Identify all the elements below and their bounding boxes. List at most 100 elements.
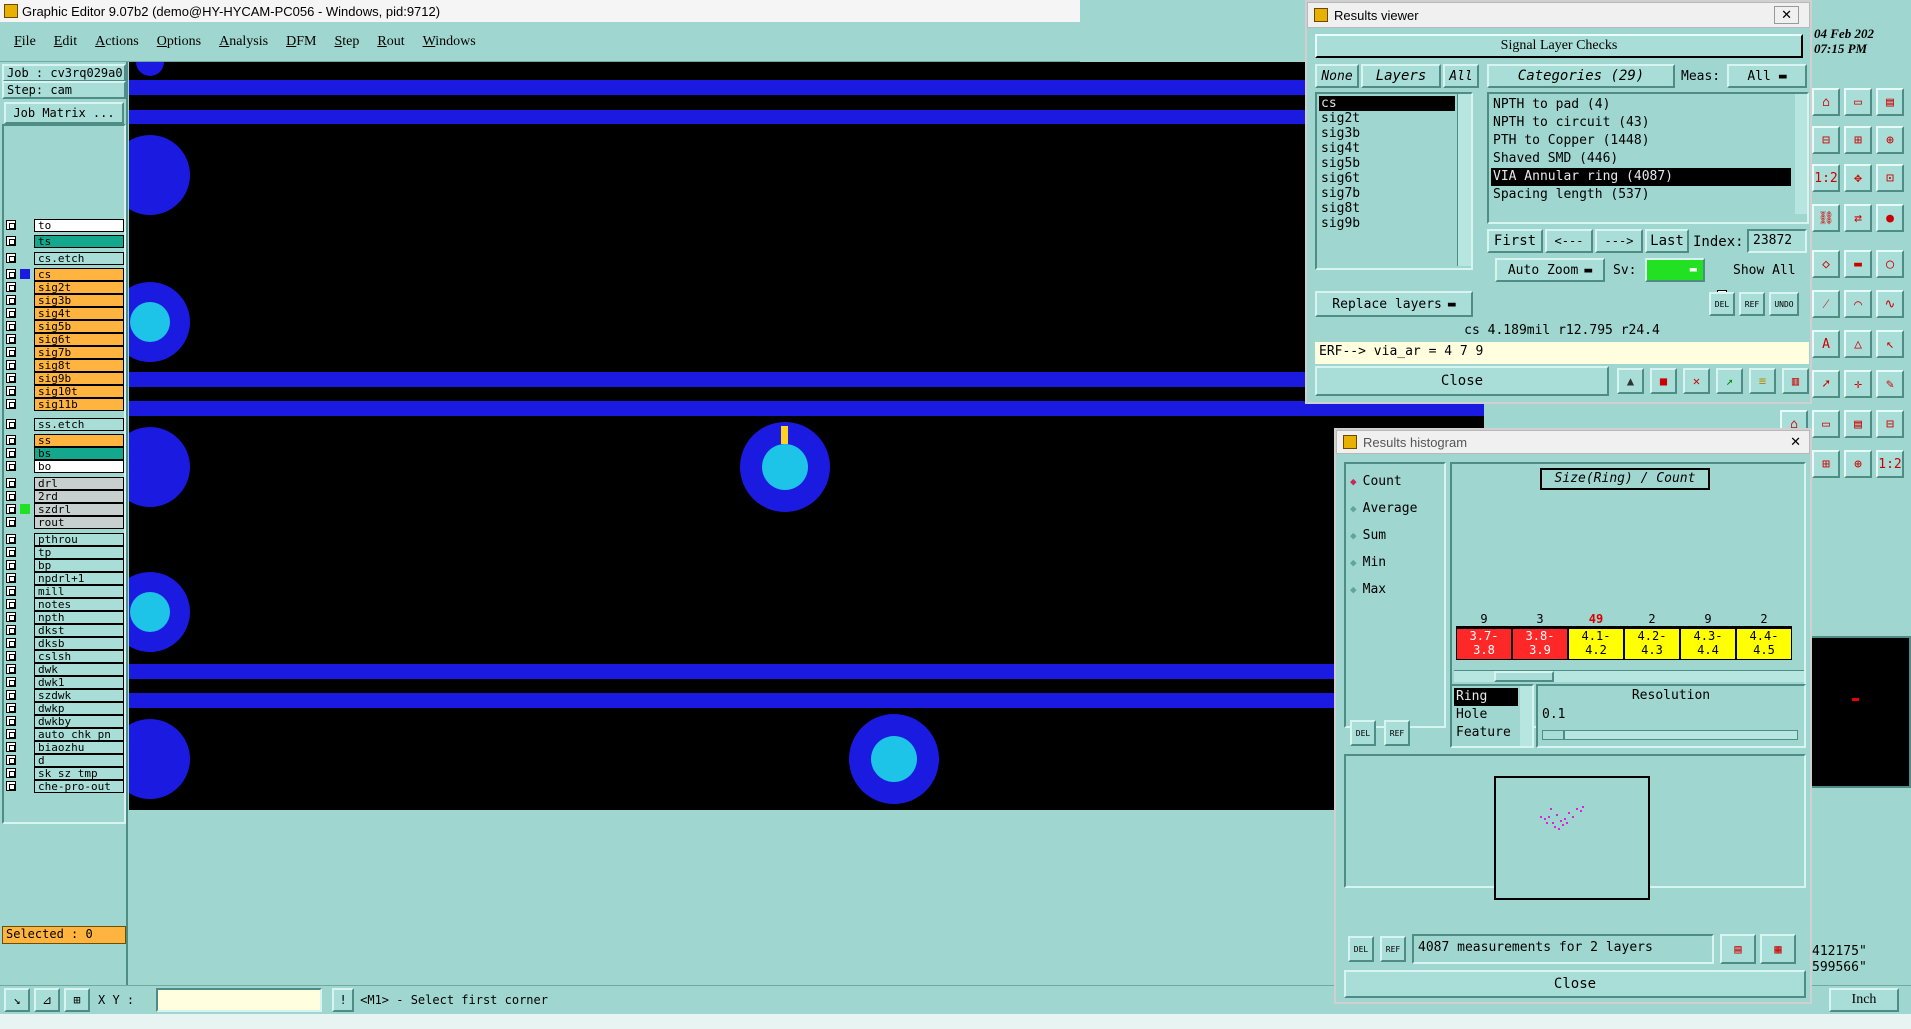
link-icon[interactable]: ⛓ (1812, 204, 1840, 232)
layer-row-dksb[interactable]: dksb (6, 636, 124, 650)
layer-row-sk_sz_tmp[interactable]: sk_sz_tmp (6, 766, 124, 780)
layer-color-box[interactable] (20, 347, 30, 357)
results-layer-item[interactable]: sig2t (1319, 111, 1459, 126)
histogram-bin[interactable]: 9 3.7- 3.8 (1456, 610, 1512, 670)
results-close-button[interactable]: Close (1315, 366, 1609, 396)
layer-color-box[interactable] (20, 386, 30, 396)
layer-color-box[interactable] (20, 269, 30, 279)
histogram-bin[interactable]: 2 4.2- 4.3 (1624, 610, 1680, 670)
results-layer-item[interactable]: sig6t (1319, 171, 1459, 186)
layer-color-box[interactable] (20, 478, 30, 488)
results-layer-item[interactable]: sig3b (1319, 126, 1459, 141)
bin-range[interactable]: 4.1- 4.2 (1568, 628, 1624, 660)
pointer-icon[interactable]: ➚ (1812, 370, 1840, 398)
zoom-in-icon[interactable]: ⊕ (1876, 126, 1904, 154)
layer-row-sig8t[interactable]: sig8t (6, 358, 124, 372)
layer-row-ss[interactable]: ss (6, 433, 124, 447)
layer-checkbox[interactable] (6, 347, 16, 357)
layer-name[interactable]: sig8t (34, 358, 124, 372)
layer-name[interactable]: cslsh (34, 649, 124, 663)
layer-name[interactable]: dkst (34, 623, 124, 637)
layer-color-box[interactable] (20, 334, 30, 344)
layer-checkbox[interactable] (6, 599, 16, 609)
shape-icon[interactable]: ◇ (1812, 250, 1840, 278)
layer-row-npth[interactable]: npth (6, 610, 124, 624)
layer-checkbox[interactable] (6, 478, 16, 488)
results-layer-item[interactable]: sig8t (1319, 201, 1459, 216)
option-count[interactable]: ◆ Count (1350, 468, 1446, 495)
layer-color-box[interactable] (20, 729, 30, 739)
results-layer-item[interactable]: sig9b (1319, 216, 1459, 231)
layer-name[interactable]: sig6t (34, 332, 124, 346)
chart-hscroll[interactable] (1454, 670, 1804, 682)
close-icon[interactable]: ✕ (1774, 6, 1799, 24)
menu-windows[interactable]: Windows (423, 34, 476, 50)
pan-icon[interactable]: ✥ (1844, 164, 1872, 192)
layer-color-box[interactable] (20, 517, 30, 527)
layer-name[interactable]: sig11b (34, 397, 124, 411)
radio-icon[interactable]: ◆ (1350, 475, 1357, 488)
layer-checkbox[interactable] (6, 419, 16, 429)
menu-analysis[interactable]: Analysis (219, 34, 268, 50)
radio-icon[interactable]: ◆ (1350, 529, 1357, 542)
layer-color-box[interactable] (20, 586, 30, 596)
fill-icon[interactable]: ▲ (1617, 368, 1644, 394)
layer-checkbox[interactable] (6, 547, 16, 557)
bin-range[interactable]: 3.8- 3.9 (1512, 628, 1568, 660)
menu-step[interactable]: Step (334, 34, 359, 50)
xy-input[interactable] (156, 988, 323, 1012)
bin-range[interactable]: 4.4- 4.5 (1736, 628, 1792, 660)
layer-checkbox[interactable] (6, 742, 16, 752)
split-icon[interactable]: ⊟ (1876, 410, 1904, 438)
category-item[interactable]: NPTH to pad (4) (1491, 96, 1791, 114)
layer-name[interactable]: npdrl+1 (34, 571, 124, 585)
layer-checkbox[interactable] (6, 491, 16, 501)
move-icon[interactable]: ✛ (1844, 370, 1872, 398)
layer-checkbox[interactable] (6, 321, 16, 331)
layer-name[interactable]: cs (34, 267, 124, 281)
layer-name[interactable]: sig9b (34, 371, 124, 385)
layer-name[interactable]: sig5b (34, 319, 124, 333)
radio-icon[interactable]: ◆ (1350, 556, 1357, 569)
results-layer-item[interactable]: sig4t (1319, 141, 1459, 156)
layer-color-box[interactable] (20, 560, 30, 570)
all-layers-button[interactable]: All (1443, 64, 1479, 88)
layer-row-ss.etch[interactable]: ss.etch (6, 417, 124, 431)
option-average[interactable]: ◆ Average (1350, 495, 1446, 522)
layer-color-box[interactable] (20, 703, 30, 713)
layer-row-sig3b[interactable]: sig3b (6, 293, 124, 307)
grid-view-icon[interactable]: ⊞ (1844, 126, 1872, 154)
resolution-slider-thumb[interactable] (1543, 731, 1565, 739)
layer-checkbox[interactable] (6, 560, 16, 570)
undo-button[interactable]: UNDO (1769, 292, 1799, 316)
layer-row-d[interactable]: d (6, 753, 124, 767)
layer-row-sig7b[interactable]: sig7b (6, 345, 124, 359)
layer-name[interactable]: szdrl (34, 502, 124, 516)
line-icon[interactable]: ⁄ (1812, 290, 1840, 318)
layer-name[interactable]: ss.etch (34, 417, 124, 431)
menu-dfm[interactable]: DFM (286, 34, 316, 50)
radio-icon[interactable]: ◆ (1350, 502, 1357, 515)
layer-checkbox[interactable] (6, 638, 16, 648)
category-item[interactable]: NPTH to circuit (43) (1491, 114, 1791, 132)
next-button[interactable]: ---> (1595, 229, 1643, 253)
layer-checkbox[interactable] (6, 729, 16, 739)
layer-name[interactable]: szdwk (34, 688, 124, 702)
layer-color-box[interactable] (20, 220, 30, 230)
layer-row-sig11b[interactable]: sig11b (6, 397, 124, 411)
layer-name[interactable]: bo (34, 459, 124, 473)
histogram-bin[interactable]: 2 4.4- 4.5 (1736, 610, 1792, 670)
prev-button[interactable]: <--- (1545, 229, 1593, 253)
layer-name[interactable]: 2rd (34, 489, 124, 503)
pad-icon[interactable]: ● (1876, 204, 1904, 232)
layer-name[interactable]: tp (34, 545, 124, 559)
layer-checkbox[interactable] (6, 781, 16, 791)
layer-row-pthrou[interactable]: pthrou (6, 532, 124, 546)
layer-checkbox[interactable] (6, 651, 16, 661)
report-icon[interactable]: ≡ (1749, 368, 1776, 394)
layer-row-rout[interactable]: rout (6, 515, 124, 529)
layer-row-2rd[interactable]: 2rd (6, 489, 124, 503)
layer-row-sig5b[interactable]: sig5b (6, 319, 124, 333)
layer-color-box[interactable] (20, 638, 30, 648)
layer-name[interactable]: dwk (34, 662, 124, 676)
